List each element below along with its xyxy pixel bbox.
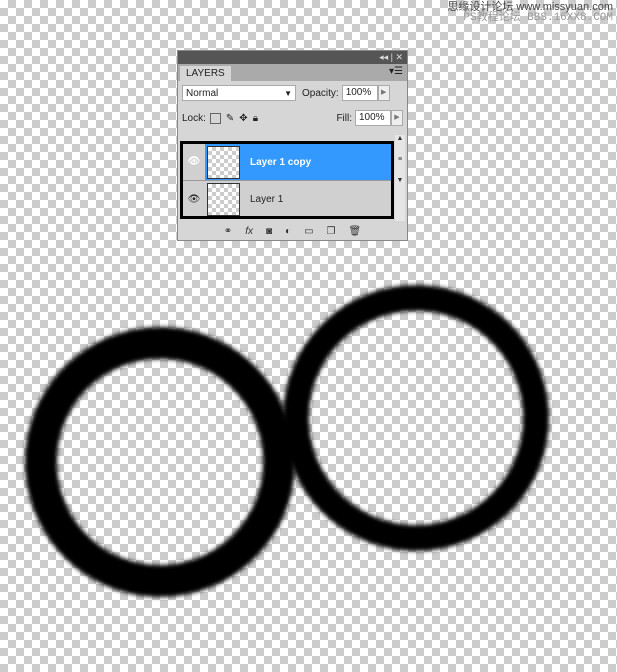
lock-all-icon[interactable]: 🔒︎ bbox=[253, 113, 258, 124]
layer-name: Layer 1 bbox=[250, 193, 284, 205]
link-icon[interactable]: ⚭ bbox=[224, 226, 232, 237]
panel-menu-icon[interactable]: ▾☰ bbox=[389, 66, 403, 77]
watermark: 思缘设计论坛 www.missyuan.com PS教程论坛 BBS.16XX8… bbox=[447, 2, 613, 24]
lock-brush-icon[interactable]: ✎ bbox=[226, 113, 234, 124]
layer-thumbnail bbox=[207, 182, 240, 216]
fill-slider-button[interactable]: ▶ bbox=[391, 110, 403, 126]
adjustment-icon[interactable]: ◐ bbox=[285, 226, 291, 237]
mask-icon[interactable]: ◙ bbox=[266, 226, 272, 237]
eye-icon[interactable]: 👁︎ bbox=[183, 194, 205, 205]
blend-mode-value: Normal bbox=[186, 88, 219, 99]
watermark-line2: PS教程论坛 BBS.16XX8.COM bbox=[463, 12, 613, 24]
layer-scrollbar[interactable]: ▲ ≡ ▼ bbox=[395, 135, 405, 221]
chevron-down-icon: ▼ bbox=[284, 89, 292, 98]
layers-panel: ◂◂ | ✕ LAYERS ▾☰ Normal ▼ Opacity: 100% ▶… bbox=[177, 50, 408, 241]
opacity-slider-button[interactable]: ▶ bbox=[377, 85, 390, 101]
trash-icon[interactable]: 🗑︎ bbox=[348, 226, 361, 237]
layer-row[interactable]: 👁︎ Layer 1 copy bbox=[183, 144, 391, 181]
panel-titlebar[interactable]: ◂◂ | ✕ bbox=[178, 51, 407, 64]
eye-icon[interactable]: 👁︎ bbox=[183, 144, 205, 180]
fill-input[interactable]: 100% bbox=[355, 110, 391, 126]
layer-list: 👁︎ Layer 1 copy 👁︎ Layer 1 bbox=[180, 141, 394, 219]
lock-transparency-icon[interactable] bbox=[209, 112, 221, 124]
layer-row[interactable]: 👁︎ Layer 1 bbox=[183, 181, 391, 217]
new-layer-icon[interactable]: ❐ bbox=[327, 226, 336, 237]
right-ring bbox=[283, 285, 549, 551]
folder-icon[interactable]: ▭ bbox=[304, 226, 313, 237]
layer-thumbnail bbox=[207, 145, 240, 179]
opacity-label: Opacity: bbox=[302, 87, 339, 99]
panel-bottom-toolbar: ⚭ fx ◙ ◐ ▭ ❐ 🗑︎ bbox=[178, 222, 407, 240]
left-ring bbox=[25, 327, 295, 597]
blend-mode-select[interactable]: Normal ▼ bbox=[182, 85, 296, 101]
fx-icon[interactable]: fx bbox=[245, 226, 253, 237]
opacity-input[interactable]: 100% bbox=[341, 85, 378, 101]
layer-name: Layer 1 copy bbox=[250, 156, 312, 168]
lock-label: Lock: bbox=[182, 112, 206, 124]
fill-label: Fill: bbox=[336, 112, 352, 124]
lock-move-icon[interactable]: ✥ bbox=[239, 113, 247, 124]
tab-layers[interactable]: LAYERS bbox=[180, 66, 231, 81]
